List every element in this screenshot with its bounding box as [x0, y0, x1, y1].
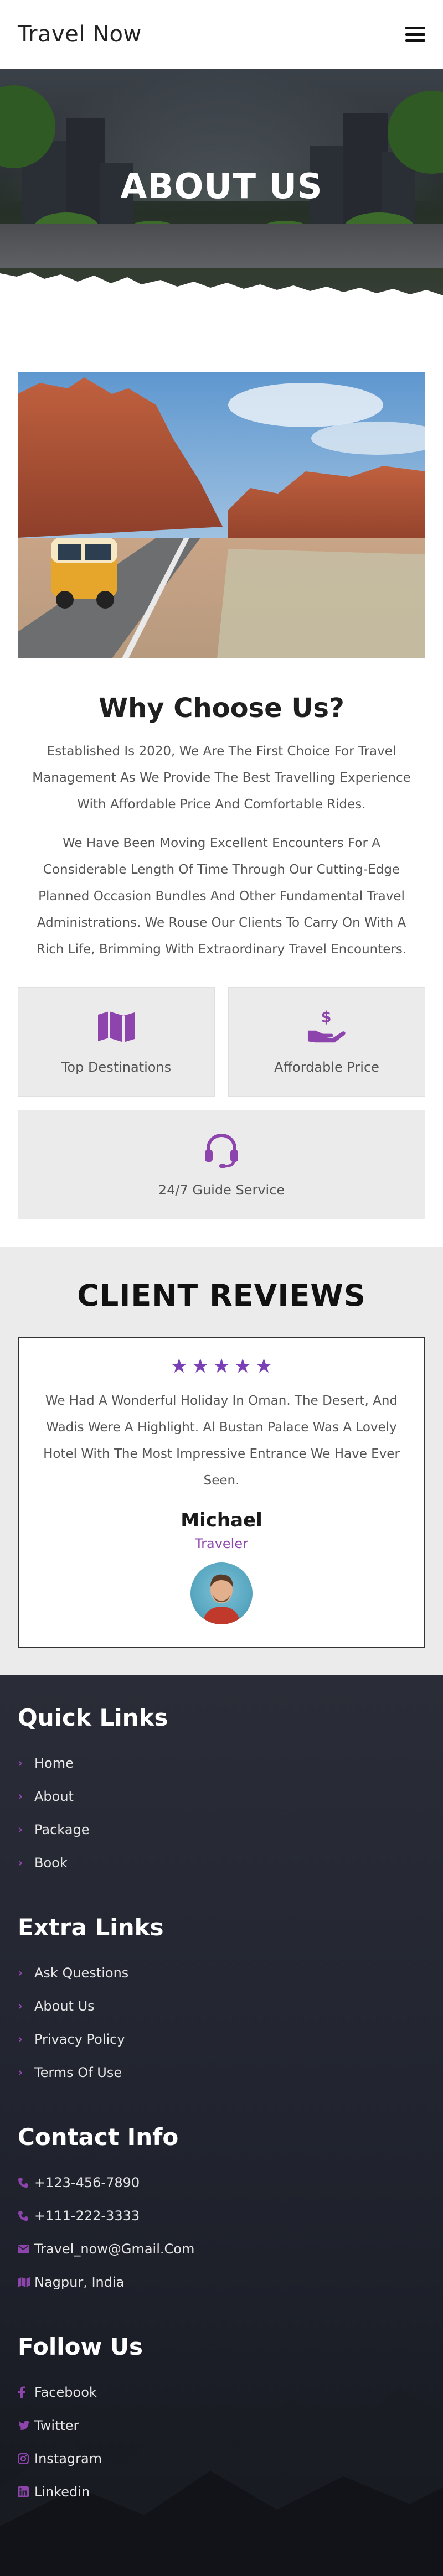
review-text: We Had A Wonderful Holiday In Oman. The … [43, 1394, 400, 1488]
footer-link-home[interactable]: › Home [18, 1747, 425, 1780]
footer-link-ask-questions[interactable]: › Ask Questions [18, 1956, 425, 1990]
star-icon: ★ [170, 1355, 188, 1378]
chevron-right-icon: › [18, 1822, 23, 1837]
follow-us-section: Follow Us Facebook Twitter Instagram Lin… [18, 2333, 425, 2509]
follow-us-heading: Follow Us [18, 2333, 143, 2360]
footer-link-package[interactable]: › Package [18, 1813, 425, 1846]
map-icon [18, 2277, 34, 2287]
contact-info-section: Contact Info +123-456-7890 +111-222-3333… [18, 2123, 425, 2299]
star-icon: ★ [234, 1355, 252, 1378]
feature-affordable-price[interactable]: $ Affordable Price [228, 987, 425, 1097]
star-icon: ★ [191, 1355, 209, 1378]
site-footer: Quick Links › Home › About › Package › Book … [0, 1675, 443, 2576]
hamburger-menu-icon[interactable] [405, 27, 425, 42]
extra-links-heading: Extra Links [18, 1914, 164, 1941]
star-icon: ★ [255, 1355, 273, 1378]
envelope-icon [18, 2245, 34, 2253]
svg-text:$: $ [321, 1009, 332, 1026]
desert-road-van-image [18, 372, 425, 658]
headset-icon [202, 1131, 241, 1168]
feature-top-destinations[interactable]: Top Destinations [18, 987, 215, 1097]
torn-edge-decoration [0, 272, 443, 312]
feature-label: Top Destinations [61, 1060, 172, 1075]
why-choose-us-heading: Why Choose Us? [99, 693, 344, 724]
review-card: ★ ★ ★ ★ ★ We Had A Wonderful Holiday In … [18, 1337, 425, 1648]
chevron-right-icon: › [18, 1789, 23, 1804]
footer-link-about-us[interactable]: › About Us [18, 1990, 425, 2023]
reviews-heading: CLIENT REVIEWS [77, 1278, 366, 1313]
phone-icon [18, 2177, 34, 2188]
quick-links-heading: Quick Links [18, 1704, 168, 1731]
contact-location[interactable]: Nagpur, India [18, 2266, 425, 2299]
chevron-right-icon: › [18, 1999, 23, 2013]
features-grid: Top Destinations $ Affordable Price 24/7… [18, 987, 425, 1219]
social-link-linkedin[interactable]: Linkedin [18, 2475, 425, 2509]
site-header: Travel Now [0, 0, 443, 69]
feature-guide-service[interactable]: 24/7 Guide Service [18, 1110, 425, 1219]
chevron-right-icon: › [18, 1856, 23, 1870]
hero-banner: ABOUT US [0, 69, 443, 312]
social-link-facebook[interactable]: Facebook [18, 2376, 425, 2409]
rating-stars: ★ ★ ★ ★ ★ [38, 1355, 405, 1378]
reviewer-name: Michael [181, 1509, 262, 1531]
page-title: ABOUT US [120, 166, 323, 206]
instagram-icon [18, 2453, 34, 2464]
feature-label: Affordable Price [274, 1060, 379, 1075]
hand-dollar-icon: $ [307, 1009, 347, 1045]
linkedin-icon [18, 2486, 34, 2497]
reviewer-role: Traveler [195, 1536, 248, 1551]
about-paragraph: We Have Been Moving Excellent Encounters… [36, 836, 407, 957]
contact-info-heading: Contact Info [18, 2123, 179, 2151]
star-icon: ★ [212, 1355, 231, 1378]
social-link-instagram[interactable]: Instagram [18, 2442, 425, 2475]
chevron-right-icon: › [18, 2032, 23, 2047]
quick-links-section: Quick Links › Home › About › Package › Book [18, 1704, 425, 1879]
feature-label: 24/7 Guide Service [158, 1182, 285, 1198]
footer-link-book[interactable]: › Book [18, 1846, 425, 1879]
chevron-right-icon: › [18, 1756, 23, 1770]
footer-link-terms-of-use[interactable]: › Terms Of Use [18, 2056, 425, 2089]
twitter-icon [18, 2421, 34, 2430]
about-paragraph: Established Is 2020, We Are The First Ch… [32, 744, 411, 812]
extra-links-section: Extra Links › Ask Questions › About Us › Pr… [18, 1914, 425, 2089]
social-link-twitter[interactable]: Twitter [18, 2409, 425, 2442]
map-icon [96, 1009, 136, 1045]
chevron-right-icon: › [18, 1966, 23, 1980]
about-section: Why Choose Us? Established Is 2020, We A… [0, 312, 443, 1219]
contact-phone-2[interactable]: +111-222-3333 [18, 2199, 425, 2232]
phone-icon [18, 2210, 34, 2221]
avatar [190, 1562, 253, 1624]
contact-phone-1[interactable]: +123-456-7890 [18, 2166, 425, 2199]
contact-email[interactable]: Travel_now@Gmail.Com [18, 2232, 425, 2266]
footer-link-privacy-policy[interactable]: › Privacy Policy [18, 2023, 425, 2056]
footer-link-about[interactable]: › About [18, 1780, 425, 1813]
chevron-right-icon: › [18, 2065, 23, 2080]
brand-logo[interactable]: Travel Now [18, 22, 142, 47]
client-reviews-section: CLIENT REVIEWS ★ ★ ★ ★ ★ We Had A Wonder… [0, 1247, 443, 1675]
facebook-icon [18, 2386, 34, 2398]
